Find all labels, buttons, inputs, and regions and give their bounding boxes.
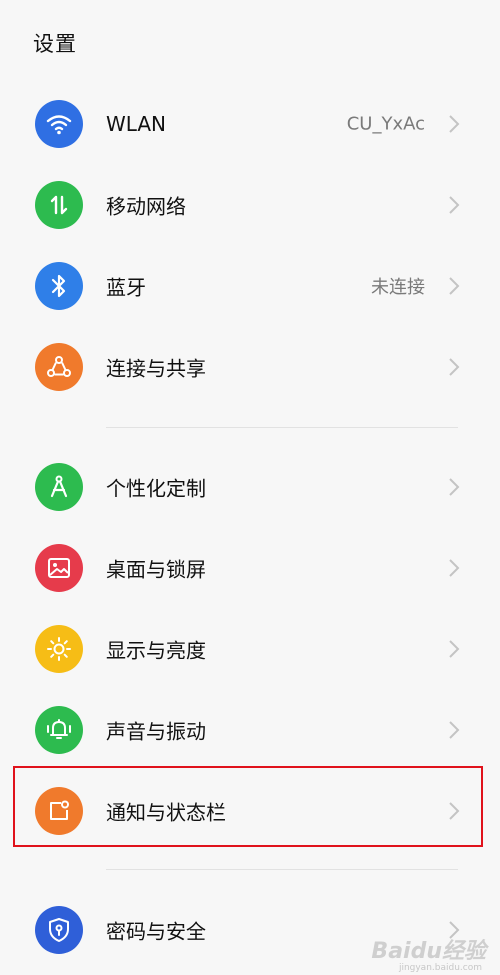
chevron-right-icon xyxy=(449,358,460,376)
chevron-right-icon xyxy=(449,478,460,496)
chevron-right-icon xyxy=(449,640,460,658)
brightness-icon xyxy=(35,625,83,673)
wallpaper-icon xyxy=(35,544,83,592)
settings-item-display-brightness[interactable]: 显示与亮度 xyxy=(0,609,500,689)
section-divider xyxy=(106,427,458,428)
settings-item-label: 连接与共享 xyxy=(106,356,206,381)
settings-item-sound-vibration[interactable]: 声音与振动 xyxy=(0,690,500,770)
settings-item-label: 密码与安全 xyxy=(106,919,206,944)
settings-screen: 设置 WLAN CU_YxAc 移动网络 蓝牙 未连接 连接与共享 个性化定制 … xyxy=(0,0,500,975)
settings-item-label: 移动网络 xyxy=(106,194,186,219)
highlight-box xyxy=(13,766,483,847)
settings-item-personalize[interactable]: 个性化定制 xyxy=(0,447,500,527)
settings-item-label: 显示与亮度 xyxy=(106,638,206,663)
bluetooth-icon xyxy=(35,262,83,310)
page-title: 设置 xyxy=(33,32,77,56)
settings-item-label: 蓝牙 xyxy=(106,275,146,300)
mobile-data-icon xyxy=(35,181,83,229)
section-divider xyxy=(106,869,458,870)
watermark-brand: Baidu经验 xyxy=(371,939,486,964)
settings-item-label: 桌面与锁屏 xyxy=(106,557,206,582)
settings-item-label: WLAN xyxy=(106,112,167,136)
share-icon xyxy=(35,343,83,391)
chevron-right-icon xyxy=(449,115,460,133)
chevron-right-icon xyxy=(449,277,460,295)
settings-item-label: 声音与振动 xyxy=(106,719,206,744)
settings-item-desktop-lockscreen[interactable]: 桌面与锁屏 xyxy=(0,528,500,608)
settings-item-mobile-network[interactable]: 移动网络 xyxy=(0,165,500,245)
settings-item-bluetooth[interactable]: 蓝牙 未连接 xyxy=(0,246,500,326)
settings-item-wlan[interactable]: WLAN CU_YxAc xyxy=(0,84,500,164)
wlan-network-name: CU_YxAc xyxy=(346,113,425,135)
chevron-right-icon xyxy=(449,721,460,739)
bell-icon xyxy=(35,706,83,754)
shield-lock-icon xyxy=(35,906,83,954)
settings-item-label: 个性化定制 xyxy=(106,476,206,501)
bluetooth-status: 未连接 xyxy=(371,277,425,298)
chevron-right-icon xyxy=(449,196,460,214)
personalize-icon xyxy=(35,463,83,511)
settings-item-connection-sharing[interactable]: 连接与共享 xyxy=(0,327,500,407)
chevron-right-icon xyxy=(449,559,460,577)
wifi-icon xyxy=(35,100,83,148)
watermark-url: jingyan.baidu.com xyxy=(398,963,482,973)
